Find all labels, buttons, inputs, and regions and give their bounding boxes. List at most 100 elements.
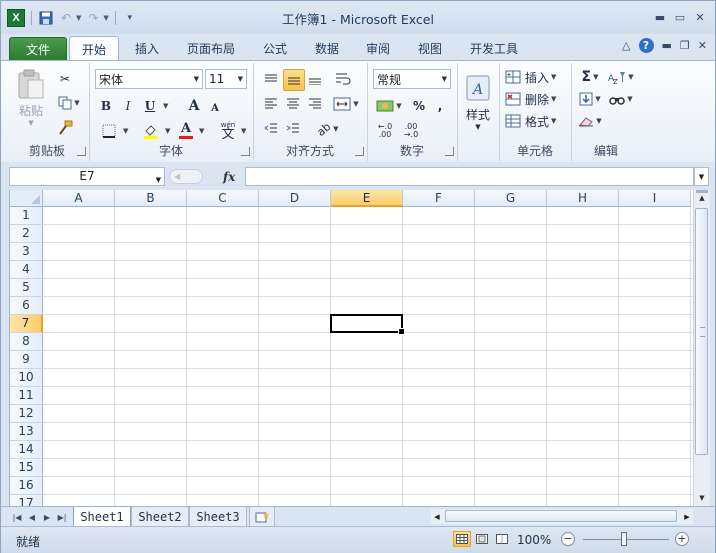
column-header-a[interactable]: A [43,190,115,207]
name-box-dropdown-icon[interactable]: ▼ [156,172,161,189]
italic-button[interactable]: I [119,96,137,116]
fill-icon[interactable]: ▼ [577,89,603,109]
sheet-tab-3[interactable]: Sheet3 [189,507,247,527]
decrease-indent-icon[interactable] [261,119,281,139]
wrap-text-icon[interactable] [333,69,353,89]
font-color-button[interactable]: A [177,119,195,141]
tab-data[interactable]: 数据 [311,37,343,60]
tab-insert[interactable]: 插入 [131,37,163,60]
font-name-select[interactable]: 宋体 ▼ [95,69,203,89]
workbook-minimize-icon[interactable]: ▬ [662,39,672,52]
row-header-12[interactable]: 12 [10,405,43,423]
column-header-i[interactable]: I [619,190,691,207]
minimize-icon[interactable]: ▬ [651,10,669,24]
underline-button[interactable]: U [141,96,159,116]
first-sheet-icon[interactable]: |◀ [11,510,23,524]
vertical-scroll-thumb[interactable] [695,208,708,455]
row-header-6[interactable]: 6 [10,297,43,315]
merge-center-icon[interactable]: ▼ [331,94,361,114]
minimize-ribbon-icon[interactable]: △ [622,39,630,52]
align-left-icon[interactable] [261,94,281,114]
paste-button[interactable]: 粘贴 ▼ [11,67,51,127]
border-dropdown-icon[interactable]: ▼ [123,127,128,135]
column-header-e[interactable]: E [331,190,403,207]
row-header-2[interactable]: 2 [10,225,43,243]
row-header-3[interactable]: 3 [10,243,43,261]
styles-button[interactable]: A 样式 ▼ [461,67,495,137]
row-header-10[interactable]: 10 [10,369,43,387]
align-right-icon[interactable] [305,94,325,114]
scroll-right-icon[interactable]: ▶ [681,510,693,523]
underline-dropdown-icon[interactable]: ▼ [163,102,168,110]
sort-filter-icon[interactable]: A Z ▼ [607,67,635,87]
align-bottom-icon[interactable] [305,69,325,89]
insert-cells-button[interactable]: 插入 ▼ [505,67,567,87]
formula-input[interactable] [245,167,694,186]
zoom-slider-thumb[interactable] [621,532,627,546]
sheet-tab-1[interactable]: Sheet1 [73,507,131,527]
tab-home[interactable]: 开始 [69,36,119,61]
shrink-font-button[interactable]: A [207,98,223,118]
cut-icon[interactable]: ✂ [55,69,75,89]
grow-font-button[interactable]: A [185,96,203,116]
align-middle-icon[interactable] [283,69,305,91]
scroll-left-icon[interactable]: ◀ [431,510,443,523]
expand-formula-bar-icon[interactable]: ▼ [694,167,709,186]
zoom-level[interactable]: 100% [517,533,551,547]
number-launcher-icon[interactable] [445,147,454,156]
tab-page-layout[interactable]: 页面布局 [183,37,239,60]
row-header-1[interactable]: 1 [10,207,43,225]
page-layout-view-icon[interactable] [473,531,491,547]
row-header-16[interactable]: 16 [10,477,43,495]
workbook-restore-icon[interactable]: ❐ [680,39,690,52]
tab-developer[interactable]: 开发工具 [466,37,522,60]
align-top-icon[interactable] [261,69,281,89]
spreadsheet-grid[interactable]: A B C D E F G H I 1 2 3 4 5 6 7 8 9 10 11 12 13 14 15 16 17 [9,190,694,506]
font-color-dropdown-icon[interactable]: ▼ [199,127,204,135]
decrease-decimal-icon[interactable]: .00 →.0 [399,121,423,141]
currency-icon[interactable]: ▼ [373,96,405,116]
column-header-d[interactable]: D [259,190,331,207]
scroll-down-icon[interactable]: ▼ [695,491,709,505]
tab-review[interactable]: 审阅 [362,37,394,60]
tab-formulas[interactable]: 公式 [259,37,291,60]
bold-button[interactable]: B [97,96,115,116]
clipboard-launcher-icon[interactable] [77,147,86,156]
row-header-8[interactable]: 8 [10,333,43,351]
phonetic-button[interactable]: wén 文 [217,119,239,141]
row-header-11[interactable]: 11 [10,387,43,405]
copy-icon[interactable]: ▼ [55,93,83,113]
sheet-tab-2[interactable]: Sheet2 [131,507,189,527]
find-select-icon[interactable]: ▼ [607,89,635,109]
paste-dropdown-icon[interactable]: ▼ [28,119,33,127]
zoom-in-icon[interactable]: + [675,532,689,546]
vertical-scrollbar[interactable]: ▲ ▼ [693,190,710,506]
page-break-view-icon[interactable] [493,531,511,547]
align-center-icon[interactable] [283,94,303,114]
row-header-5[interactable]: 5 [10,279,43,297]
tab-view[interactable]: 视图 [414,37,446,60]
active-cell[interactable] [330,314,405,335]
help-icon[interactable]: ? [638,38,654,53]
maximize-icon[interactable]: ▭ [671,10,689,24]
font-size-select[interactable]: 11 ▼ [205,69,247,89]
close-icon[interactable]: ✕ [691,10,709,24]
column-header-c[interactable]: C [187,190,259,207]
column-header-h[interactable]: H [547,190,619,207]
insert-sheet-icon[interactable] [249,507,275,527]
prev-sheet-icon[interactable]: ◀ [26,510,38,524]
autosum-button[interactable]: Σ ▼ [577,67,603,87]
formula-bar-collapse-icon[interactable]: ◀ [169,169,203,184]
insert-function-icon[interactable]: fx [223,170,235,184]
number-format-select[interactable]: 常规 ▼ [373,69,451,89]
phonetic-dropdown-icon[interactable]: ▼ [241,127,246,135]
horizontal-scroll-thumb[interactable] [445,510,677,522]
fill-color-dropdown-icon[interactable]: ▼ [165,127,170,135]
next-sheet-icon[interactable]: ▶ [41,510,53,524]
normal-view-icon[interactable] [453,531,471,547]
increase-decimal-icon[interactable]: ←.0.00 [373,121,397,141]
column-header-g[interactable]: G [475,190,547,207]
font-launcher-icon[interactable] [241,147,250,156]
row-header-17[interactable]: 17 [10,495,43,506]
row-header-7[interactable]: 7 [10,315,43,333]
